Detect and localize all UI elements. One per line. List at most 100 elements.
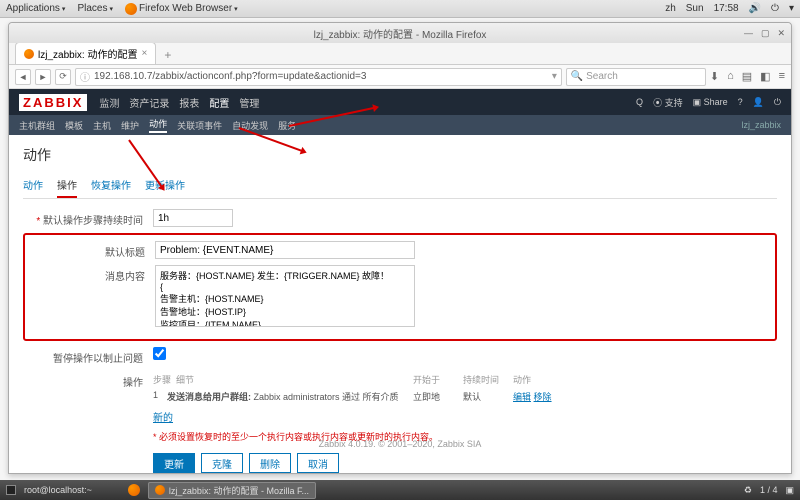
volume-icon[interactable]: 🔊 [749,3,761,14]
power-icon[interactable]: ⏻ [771,3,779,14]
zabbix-main-menu: 监测 资产记录 报表 配置 管理 [99,95,259,110]
minimize-button[interactable]: — [744,28,753,39]
desktop-top-bar: Applications ▾ Places ▾ Firefox Web Brow… [0,0,800,18]
pause-label: 暂停操作以制止问题 [23,347,153,365]
page-footer: Zabbix 4.0.19. © 2001–2020, Zabbix SIA [9,439,791,449]
firefox-task-icon[interactable] [128,484,140,496]
step-duration-label: 默认操作步骤持续时间 [23,209,153,227]
col-detail: 细节 [176,375,194,385]
window-title: lzj_zabbix: 动作的配置 - Mozilla Firefox [314,26,487,41]
sub-actions[interactable]: 动作 [149,117,167,133]
share-link[interactable]: ▣ Share [693,97,728,108]
back-button[interactable]: ◄ [15,69,31,85]
op-num: 1 [153,390,167,403]
workspace-indicator[interactable]: 1 / 4 [760,485,778,495]
tab-action[interactable]: 动作 [23,173,43,198]
form-buttons: 更新 克隆 删除 取消 [153,453,777,473]
reload-button[interactable]: ⟳ [55,69,71,85]
pause-checkbox[interactable] [153,347,166,360]
clock-time: 17:58 [714,3,739,14]
logout-icon[interactable]: ⏻ [774,97,781,108]
terminal-icon[interactable] [6,485,16,495]
download-icon[interactable]: ⬇ [710,70,719,83]
menu-inventory[interactable]: 资产记录 [129,95,169,110]
delete-button[interactable]: 删除 [249,453,291,473]
new-tab-button[interactable]: + [160,46,175,64]
search-box[interactable]: 🔍 Search [566,68,706,86]
sub-maintenance[interactable]: 维护 [121,119,139,132]
new-operation-link[interactable]: 新的 [153,413,173,424]
home-icon[interactable]: ⌂ [727,70,734,83]
page-content: ZABBIX 监测 资产记录 报表 配置 管理 Q ⦿ 支持 ▣ Share ?… [9,89,791,473]
operations-label: 操作 [23,371,153,389]
applications-menu[interactable]: Applications ▾ [6,3,65,14]
places-menu[interactable]: Places ▾ [77,3,113,14]
library-icon[interactable]: ▤ [742,70,752,83]
tab-operations[interactable]: 操作 [57,173,77,198]
col-action: 动作 [513,373,531,386]
zabbix-submenu: 主机群组 模板 主机 维护 动作 关联项事件 自动发现 服务 lzj_zabbi… [9,115,791,135]
message-textarea[interactable]: 服务器：{HOST.NAME} 发生：{TRIGGER.NAME} 故障！ { … [155,265,415,327]
zabbix-header: ZABBIX 监测 资产记录 报表 配置 管理 Q ⦿ 支持 ▣ Share ?… [9,89,791,115]
message-label: 消息内容 [25,265,155,283]
taskbar-task[interactable]: lzj_zabbix: 动作的配置 - Mozilla F... [148,482,316,499]
browser-toolbar: ◄ ► ⟳ ⓘ 192.168.10.7/zabbix/actionconf.p… [9,65,791,89]
tab-close-icon[interactable]: × [141,48,147,59]
sub-discovery[interactable]: 自动发现 [232,119,268,132]
op-text-a: 发送消息给用户群组: [167,392,251,402]
zabbix-logo[interactable]: ZABBIX [19,94,87,111]
menu-monitoring[interactable]: 监测 [99,95,119,110]
url-dropdown-icon[interactable]: ▾ [552,71,557,82]
search-icon: 🔍 [571,71,583,82]
sub-hosts[interactable]: 主机 [93,119,111,132]
maximize-button[interactable]: ▢ [761,28,770,39]
subject-label: 默认标题 [25,241,155,259]
terminal-task[interactable]: root@localhost:~ [24,485,92,495]
sidebar-icon[interactable]: ◧ [760,70,770,83]
menu-icon[interactable]: ≡ [779,70,785,83]
help-icon[interactable]: ? [738,97,743,107]
firefox-icon [125,3,137,15]
url-bar[interactable]: ⓘ 192.168.10.7/zabbix/actionconf.php?for… [75,68,562,86]
tab-recovery[interactable]: 恢复操作 [91,173,131,198]
menu-reports[interactable]: 报表 [179,95,199,110]
user-menu-icon[interactable]: ▾ [789,3,794,14]
show-desktop-icon[interactable]: ▣ [785,485,794,496]
cancel-button[interactable]: 取消 [297,453,339,473]
browser-menu[interactable]: Firefox Web Browser ▾ [125,3,238,15]
firefox-window: lzj_zabbix: 动作的配置 - Mozilla Firefox — ▢ … [8,22,792,474]
col-duration: 持续时间 [463,373,513,386]
search-icon[interactable]: Q [636,97,643,107]
operations-table: 步骤 细节 开始于 持续时间 动作 1 发送消息给用户群组: Zabbix ad… [153,371,777,405]
user-icon[interactable]: 👤 [753,97,764,108]
lang-indicator[interactable]: zh [665,3,676,14]
support-link[interactable]: ⦿ 支持 [653,96,683,109]
menu-configuration[interactable]: 配置 [209,95,229,110]
sub-correlation[interactable]: 关联项事件 [177,119,222,132]
form-tabs: 动作 操作 恢复操作 更新操作 [23,173,777,199]
op-edit-link[interactable]: 编辑 [513,392,531,402]
col-step: 步骤 [153,375,171,385]
clone-button[interactable]: 克隆 [201,453,243,473]
tab-favicon [24,49,34,59]
op-duration: 默认 [463,390,513,403]
firefox-icon [155,485,165,495]
step-duration-input[interactable] [153,209,233,227]
desktop-taskbar: root@localhost:~ lzj_zabbix: 动作的配置 - Moz… [0,480,800,500]
tray-icon[interactable]: ♻ [744,485,752,496]
search-placeholder: Search [586,71,618,82]
sub-hostgroups[interactable]: 主机群组 [19,119,55,132]
subject-input[interactable] [155,241,415,259]
update-button[interactable]: 更新 [153,453,195,473]
sub-templates[interactable]: 模板 [65,119,83,132]
tab-title: lzj_zabbix: 动作的配置 [38,46,137,61]
close-button[interactable]: ✕ [777,28,785,39]
site-info-icon[interactable]: ⓘ [80,69,90,84]
clock-day: Sun [686,3,704,14]
op-remove-link[interactable]: 移除 [534,392,552,402]
browser-tab[interactable]: lzj_zabbix: 动作的配置 × [15,42,156,64]
operation-row: 1 发送消息给用户群组: Zabbix administrators 通过 所有… [153,388,777,405]
forward-button[interactable]: ► [35,69,51,85]
menu-administration[interactable]: 管理 [239,95,259,110]
op-text-b: Zabbix administrators 通过 所有介质 [254,392,399,402]
